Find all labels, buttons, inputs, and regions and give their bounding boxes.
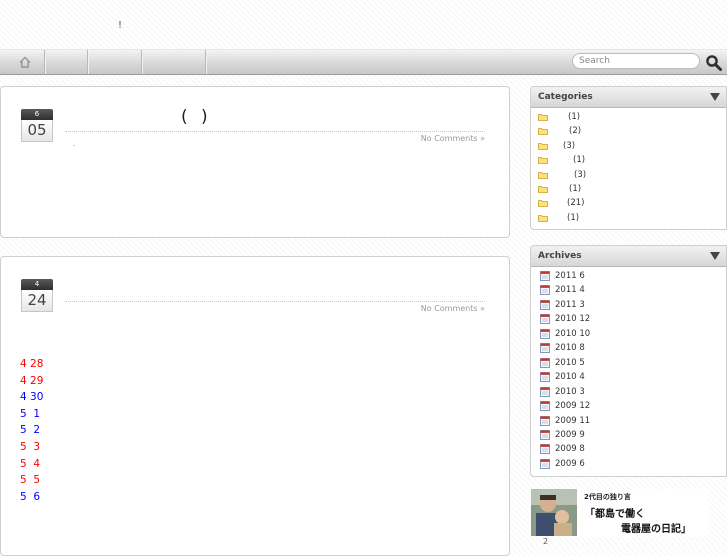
nav-bar [0,49,727,75]
schedule-row: 4 28 [20,358,44,370]
category-count: (21) [567,198,585,209]
archives-widget: Archives 2011 6 2011 4 2011 3 2010 12 2010 1… [530,245,727,477]
archive-label: 2009 12 [555,401,591,412]
schedule-row: 4 30 [20,391,44,404]
widget-header[interactable]: Categories [531,87,726,108]
folder-icon [538,128,548,136]
archive-label: 2010 10 [555,328,591,339]
calendar-icon [540,444,550,455]
category-count: (1) [573,155,586,166]
calendar-icon [540,328,550,339]
calendar-icon [540,429,550,440]
archive-label: 2009 11 [555,415,591,426]
date-month: 6 [21,109,53,120]
folder-icon [538,142,548,150]
category-count: (1) [567,212,580,223]
search-input[interactable] [572,53,700,69]
widget-title: Archives [538,251,582,261]
banner-subtitle: 2代目の独り言 [584,493,631,501]
comments-link[interactable]: No Comments » [421,134,485,143]
category-count: (1) [569,184,582,194]
site-title-mark: ! [118,20,123,31]
schedule-row: 4 29 [20,374,44,387]
date-day: 24 [21,290,53,312]
title-divider [65,131,485,132]
schedule-row: 5 4 [20,457,41,470]
date-badge: 6 05 [21,109,53,142]
calendar-icon [540,386,550,397]
archive-label: 2010 8 [555,343,585,354]
schedule-row: 5 6 [20,490,41,503]
schedule-row: 5 2 [20,424,41,437]
category-count: (3) [563,140,576,151]
post-excerpt: . [73,139,76,148]
archive-label: 2010 12 [555,314,591,325]
date-day: 05 [21,120,53,142]
schedule-row: 5 1 [20,407,41,420]
nav-tab-3[interactable] [142,50,206,74]
calendar-icon [540,415,550,426]
category-count: (3) [574,169,587,180]
folder-icon [538,214,548,222]
archive-label: 2010 4 [555,372,585,383]
nav-tab-1[interactable] [45,50,88,74]
title-divider [65,301,485,302]
archive-label: 2011 6 [555,271,585,281]
schedule-row: 5 3 [20,440,41,453]
schedule-list: 4 28 4 29 4 30 5 1 5 2 5 3 5 4 5 5 5 6 [20,356,43,505]
archive-label: 2011 4 [555,285,585,296]
collapse-arrow-icon[interactable] [710,252,720,260]
banner-title-line1: 「都島で働く [585,509,645,520]
category-count: (2) [569,126,582,137]
archive-label: 2010 5 [555,357,585,368]
banner-title-line2: 電器屋の日記」 [621,524,691,535]
widget-title: Categories [538,92,593,102]
post-card: 4 24 No Comments » 4 28 4 29 4 30 5 1 5 … [0,256,510,556]
archive-label: 2009 6 [555,458,585,469]
folder-icon [538,171,548,179]
widget-header[interactable]: Archives [531,246,726,267]
calendar-icon [540,271,550,281]
schedule-row: 5 5 [20,474,41,487]
profile-photo [531,489,577,536]
post-card: 6 05 ( ) No Comments » . [0,86,510,238]
date-month: 4 [21,279,53,290]
nav-tab-2[interactable] [88,50,142,74]
archive-label: 2010 3 [555,386,585,397]
categories-widget: Categories (1) (2) (3) (1) (3) (1) (21) (1) [530,86,727,230]
calendar-icon [540,314,550,325]
date-badge: 4 24 [21,279,53,312]
calendar-icon [540,458,550,469]
archive-label: 2009 8 [555,444,585,455]
calendar-icon [540,343,550,354]
blog-banner[interactable]: 2代目の独り言 「都島で働く 電器屋の日記」 [531,489,708,537]
folder-icon [538,186,548,193]
calendar-icon [540,401,550,411]
category-count: (1) [568,112,581,122]
post-title[interactable]: ( ) [181,107,212,127]
archive-label: 2009 9 [555,429,585,440]
archive-label: 2011 3 [555,299,585,310]
folder-icon [538,157,548,165]
folder-icon [538,114,548,121]
folder-icon [538,200,548,208]
calendar-icon [540,372,550,383]
calendar-icon [540,299,550,310]
search-icon[interactable] [705,54,722,71]
calendar-icon [540,357,550,368]
home-icon [19,56,31,68]
calendar-icon [540,285,550,296]
collapse-arrow-icon[interactable] [710,93,720,101]
comments-link[interactable]: No Comments » [421,304,485,313]
nav-tab-home[interactable] [0,50,45,74]
